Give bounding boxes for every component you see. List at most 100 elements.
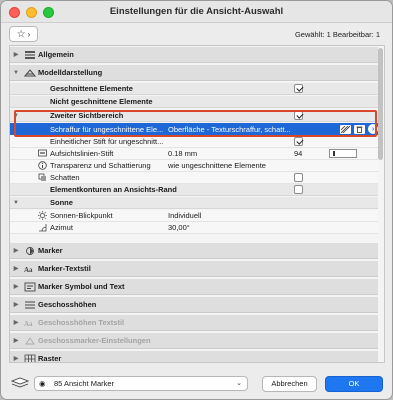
- row-label: Aufsichtslinien-Stift: [50, 149, 114, 158]
- group-allgemein[interactable]: ▶ Allgemein: [10, 47, 378, 63]
- pen-number: 94: [294, 149, 303, 158]
- group-label: Marker: [38, 246, 63, 255]
- cancel-button[interactable]: Abbrechen: [262, 376, 317, 392]
- level-marker-icon: [22, 335, 38, 347]
- row-value: Oberfläche - Texturschraffur, schatt...: [168, 124, 291, 134]
- group-label: Geschosshöhen: [38, 300, 97, 309]
- row-sonne[interactable]: ▼ Sonne: [10, 197, 378, 209]
- chevron-right-icon[interactable]: ›: [368, 124, 378, 134]
- eye-icon: ◉: [39, 379, 46, 388]
- group-label: Modelldarstellung: [38, 68, 103, 77]
- svg-text:Aa: Aa: [24, 320, 33, 328]
- row-label: Elementkonturen an Ansichts-Rand: [50, 185, 177, 194]
- group-marker-textstil[interactable]: ▶ Aa Marker-Textstil: [10, 261, 378, 277]
- layer-dropdown[interactable]: ◉ 85 Ansicht Marker ⌄: [34, 376, 248, 391]
- row-label: Sonne: [50, 198, 73, 207]
- row-value: Individuell: [168, 211, 202, 220]
- group-label: Raster: [38, 354, 62, 363]
- shadow-icon: [36, 173, 48, 182]
- row-label: Schraffur für ungeschnittene Ele...: [50, 124, 164, 134]
- group-modelldarstellung[interactable]: ▼ Modelldarstellung: [10, 65, 378, 81]
- group-marker-symbol[interactable]: ▶ Marker Symbol und Text: [10, 279, 378, 295]
- einheitlicher-stift-checkbox[interactable]: [294, 137, 303, 146]
- row-label: Zweiter Sichtbereich: [50, 111, 124, 120]
- symbol-text-icon: [22, 281, 38, 293]
- row-label: Einheitlicher Stift für ungeschnitt...: [50, 137, 164, 146]
- row-sonnen-blickpunkt[interactable]: Sonnen-Blickpunkt Individuell: [10, 210, 378, 222]
- story-levels-icon: [22, 299, 38, 311]
- sun-icon: [36, 211, 48, 220]
- pen-color-swatch[interactable]: [329, 149, 357, 158]
- row-label: Nicht geschnittene Elemente: [50, 97, 153, 106]
- row-einheitlicher-stift[interactable]: Einheitlicher Stift für ungeschnitt...: [10, 136, 378, 148]
- disclosure-right-icon: ▶: [13, 338, 19, 344]
- settings-window: Einstellungen für die Ansicht-Auswahl ☆ ›…: [0, 0, 393, 400]
- text-style-icon: Aa: [22, 317, 38, 329]
- geschnittene-checkbox[interactable]: [294, 84, 303, 93]
- row-nicht-geschnittene-elemente[interactable]: Nicht geschnittene Elemente: [10, 96, 378, 108]
- row-geschnittene-elemente[interactable]: Geschnittene Elemente: [10, 83, 378, 95]
- layer-dropdown-value: 85 Ansicht Marker: [54, 379, 115, 388]
- disclosure-right-icon[interactable]: ▶: [10, 283, 22, 290]
- row-value: 0.18 mm: [168, 149, 198, 158]
- group-geschosshoehen[interactable]: ▶ Geschosshöhen: [10, 297, 378, 313]
- bottom-bar: ◉ 85 Ansicht Marker ⌄ Abbrechen OK: [1, 373, 392, 395]
- row-azimut[interactable]: Azimut 30,00°: [10, 222, 378, 234]
- grid-icon: [22, 353, 38, 362]
- disclosure-right-icon: ▶: [13, 320, 19, 326]
- zweiter-sichtbereich-checkbox[interactable]: [294, 111, 303, 120]
- schatten-checkbox[interactable]: [294, 173, 303, 182]
- selection-count: Gewählt: 1 Bearbeitbar: 1: [294, 30, 380, 39]
- model-display-icon: [22, 67, 38, 79]
- disclosure-right-icon[interactable]: ▶: [10, 301, 22, 308]
- marker-icon: [22, 245, 38, 257]
- group-label: Geschossmarker-Einstellungen: [38, 336, 151, 345]
- ok-button[interactable]: OK: [325, 376, 383, 392]
- group-label: Allgemein: [38, 50, 74, 59]
- disclosure-right-icon[interactable]: ▶: [10, 265, 22, 272]
- favorites-button[interactable]: ☆ ›: [9, 26, 38, 42]
- elementkonturen-checkbox[interactable]: [294, 185, 303, 194]
- group-label: Marker-Textstil: [38, 264, 91, 273]
- disclosure-down-icon[interactable]: ▼: [10, 113, 22, 119]
- disclosure-right-icon[interactable]: ▶: [10, 247, 22, 254]
- layers-icon: [11, 377, 29, 388]
- scrollbar[interactable]: [378, 48, 383, 160]
- fill-pattern-icon[interactable]: [340, 124, 351, 134]
- row-label: Azimut: [50, 223, 73, 232]
- chevron-down-icon: ⌄: [236, 380, 242, 387]
- settings-panel: ▶ Allgemein ▼ Modelldarstellung Geschnit…: [9, 45, 385, 363]
- group-label: Geschosshöhen Textstil: [38, 318, 125, 327]
- group-label: Marker Symbol und Text: [38, 282, 125, 291]
- title-bar: Einstellungen für die Ansicht-Auswahl: [1, 1, 392, 23]
- row-elementkonturen[interactable]: Elementkonturen an Ansichts-Rand: [10, 184, 378, 196]
- top-toolbar: ☆ › Gewählt: 1 Bearbeitbar: 1: [1, 25, 392, 43]
- row-transparenz[interactable]: Transparenz und Schattierung wie ungesch…: [10, 160, 378, 172]
- disclosure-right-icon[interactable]: ▶: [10, 355, 22, 362]
- row-zweiter-sichtbereich[interactable]: ▼ Zweiter Sichtbereich: [10, 110, 378, 122]
- general-settings-icon: [22, 49, 38, 61]
- row-label: Sonnen-Blickpunkt: [50, 211, 113, 220]
- group-marker[interactable]: ▶ Marker: [10, 243, 378, 259]
- row-value: wie ungeschnittene Elemente: [168, 161, 266, 170]
- trash-icon[interactable]: [354, 124, 365, 134]
- star-icon: ☆: [16, 28, 26, 40]
- pen-icon: [36, 149, 48, 158]
- text-style-icon: Aa: [22, 263, 38, 275]
- disclosure-down-icon[interactable]: ▼: [10, 200, 22, 206]
- row-value: 30,00°: [168, 223, 190, 232]
- window-title: Einstellungen für die Ansicht-Auswahl: [109, 6, 284, 17]
- info-icon: [36, 161, 48, 170]
- row-label: Schatten: [50, 173, 80, 182]
- chevron-right-icon: ›: [27, 29, 31, 39]
- row-schatten[interactable]: Schatten: [10, 172, 378, 184]
- svg-text:Aa: Aa: [24, 266, 33, 274]
- disclosure-right-icon[interactable]: ▶: [10, 51, 22, 58]
- group-raster[interactable]: ▶ Raster: [10, 351, 378, 363]
- group-geschossmarker: ▶ Geschossmarker-Einstellungen: [10, 333, 378, 349]
- row-aufsichtslinien-stift[interactable]: Aufsichtslinien-Stift 0.18 mm 94: [10, 148, 378, 160]
- disclosure-down-icon[interactable]: ▼: [10, 70, 22, 76]
- row-label: Geschnittene Elemente: [50, 84, 133, 93]
- row-schraffur-ungeschnittene[interactable]: Schraffur für ungeschnittene Ele... Ober…: [10, 123, 378, 135]
- group-geschosshoehen-textstil: ▶ Aa Geschosshöhen Textstil: [10, 315, 378, 331]
